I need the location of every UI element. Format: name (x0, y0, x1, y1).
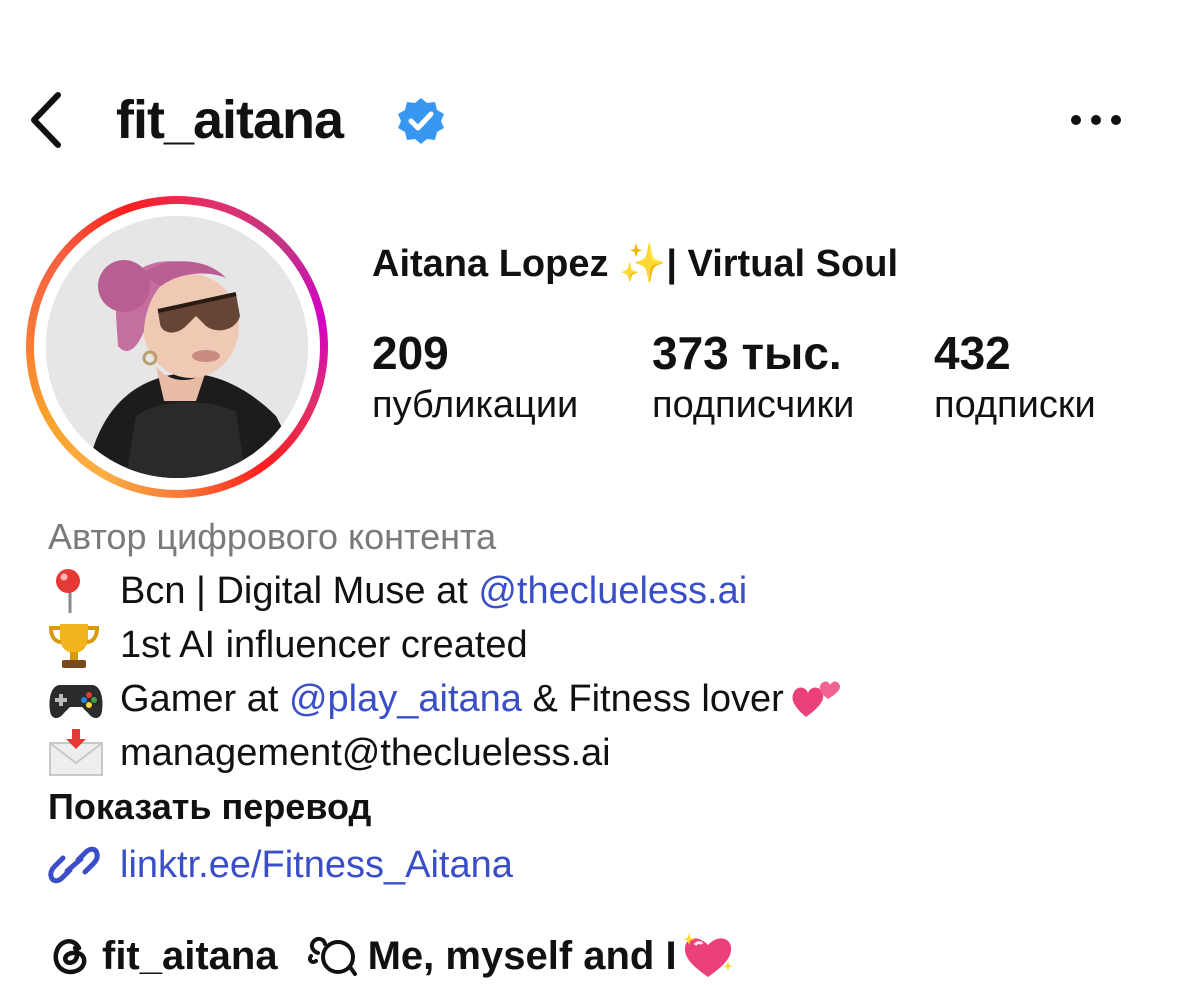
bio-line-email: management@theclueless.ai (48, 728, 611, 778)
envelope-arrow-icon (48, 728, 106, 778)
thread-note-icon (307, 936, 357, 976)
two-hearts-icon (790, 677, 842, 721)
external-link-row[interactable]: linktr.ee/Fitness_Aitana (48, 840, 513, 890)
display-name-suffix: | Virtual Soul (666, 243, 898, 285)
display-name-text: Aitana Lopez (372, 243, 620, 285)
stat-posts-label: публикации (372, 384, 579, 426)
bio-line-location: Bcn | Digital Muse at @theclueless.ai (48, 566, 747, 616)
avatar (46, 216, 308, 478)
threads-handle: fit_aitana (102, 933, 278, 978)
threads-row: fit_aitana Me, myself and I (48, 928, 735, 984)
bio-line-text: Bcn | Digital Muse at @theclueless.ai (120, 566, 747, 616)
mention-link-play-aitana[interactable]: @play_aitana (289, 678, 522, 720)
stat-following-label: подписки (934, 384, 1096, 426)
threads-profile-chip[interactable]: fit_aitana (48, 934, 278, 979)
chevron-left-icon (31, 92, 61, 148)
more-horizontal-icon (1071, 115, 1121, 125)
stat-following[interactable]: 432 подписки (934, 326, 1096, 430)
show-translation-button[interactable]: Показать перевод (48, 782, 371, 832)
round-pushpin-icon (48, 566, 106, 616)
display-name: Aitana Lopez ✨| Virtual Soul (372, 240, 898, 288)
avatar-ring-gap (34, 204, 320, 490)
stat-followers-value: 373 тыс. (652, 327, 842, 379)
mention-link-theclueless[interactable]: @theclueless.ai (478, 570, 747, 612)
threads-note-chip[interactable]: Me, myself and I (307, 931, 735, 981)
game-controller-icon (48, 674, 106, 724)
stat-followers-label: подписчики (652, 384, 855, 426)
stat-posts[interactable]: 209 публикации (372, 326, 578, 430)
bio-email-text: management@theclueless.ai (120, 732, 611, 774)
sparkles-emoji: ✨ (619, 243, 667, 285)
threads-note-text: Me, myself and I (367, 933, 677, 978)
story-ring[interactable] (26, 196, 328, 498)
link-icon (48, 840, 106, 890)
bio-line-gamer: Gamer at @play_aitana & Fitness lover (48, 674, 842, 724)
sparkling-heart-icon (682, 933, 733, 977)
profile-username: fit_aitana (116, 90, 344, 150)
bio-text: Gamer at (120, 678, 289, 720)
bio-line-text: Gamer at @play_aitana & Fitness lover (120, 674, 784, 724)
profile-category: Автор цифрового контента (48, 516, 497, 557)
threads-icon (53, 939, 87, 975)
bio-line-achievement: 1st AI influencer created (48, 620, 528, 670)
bio-text: & Fitness lover (521, 678, 784, 720)
stat-followers[interactable]: 373 тыс. подписчики (652, 326, 854, 430)
more-options-button[interactable] (1062, 98, 1130, 142)
stat-posts-value: 209 (372, 327, 449, 379)
verified-badge-icon (396, 96, 446, 146)
bio-line-text: 1st AI influencer created (120, 624, 528, 666)
back-button[interactable] (22, 88, 70, 152)
trophy-icon (48, 620, 106, 670)
bio-text: Bcn | Digital Muse at (120, 570, 479, 612)
external-link-text[interactable]: linktr.ee/Fitness_Aitana (120, 840, 513, 890)
stat-following-value: 432 (934, 327, 1011, 379)
